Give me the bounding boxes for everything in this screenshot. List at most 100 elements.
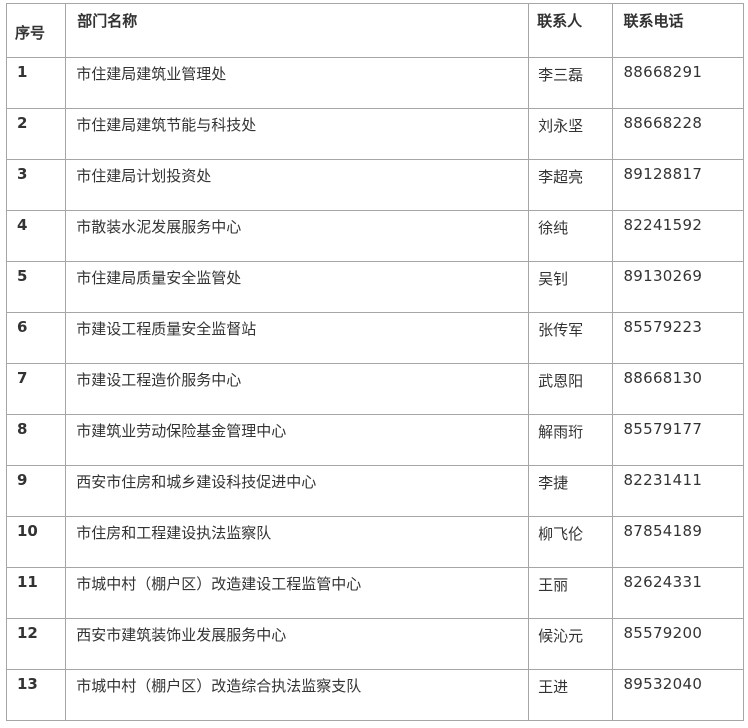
row-contact-phone-cell: 89130269 [612, 261, 744, 313]
row-contact-phone-cell: 88668291 [612, 57, 744, 109]
table-row: 5 市住建局质量安全监管处 吴钊 89130269 [5, 261, 744, 313]
row-contact-person: 李三磊 [538, 66, 584, 84]
row-contact-phone: 85579223 [623, 318, 703, 336]
row-department-name: 市建筑业劳动保险基金管理中心 [76, 422, 287, 440]
row-seq-cell: 1 [5, 57, 67, 109]
row-contact-phone: 82624331 [623, 573, 703, 591]
row-department-name: 市住建局建筑节能与科技处 [76, 116, 257, 134]
row-contact-phone-cell: 85579223 [612, 312, 744, 364]
row-seq-cell: 2 [5, 108, 67, 160]
row-seq: 5 [17, 267, 28, 285]
table-header-row: 序号 部门名称 联系人 联系电话 [5, 3, 744, 58]
row-department-name-cell: 市散装水泥发展服务中心 [65, 210, 530, 262]
row-department-name: 市城中村（棚户区）改造综合执法监察支队 [76, 677, 362, 695]
row-seq: 13 [17, 675, 38, 693]
row-contact-person: 徐纯 [538, 219, 569, 237]
table-row: 7 市建设工程造价服务中心 武恩阳 88668130 [5, 363, 744, 415]
row-department-name: 市建设工程造价服务中心 [76, 371, 242, 389]
row-contact-phone-cell: 89532040 [612, 669, 744, 721]
row-department-name: 市散装水泥发展服务中心 [76, 218, 242, 236]
row-contact-phone: 89128817 [623, 165, 703, 183]
row-contact-person-cell: 张传军 [528, 312, 614, 364]
row-seq-cell: 10 [5, 516, 67, 568]
row-contact-phone-cell: 85579200 [612, 618, 744, 670]
row-contact-person-cell: 李超亮 [528, 159, 614, 211]
row-seq: 11 [17, 573, 38, 591]
row-seq-cell: 8 [5, 414, 67, 466]
row-seq: 6 [17, 318, 28, 336]
row-department-name: 市住房和工程建设执法监察队 [76, 524, 272, 542]
row-contact-person-cell: 李捷 [528, 465, 614, 517]
row-seq: 2 [17, 114, 28, 132]
table-row: 13 市城中村（棚户区）改造综合执法监察支队 王进 89532040 [5, 669, 744, 721]
row-seq-cell: 9 [5, 465, 67, 517]
table-row: 12 西安市建筑装饰业发展服务中心 候沁元 85579200 [5, 618, 744, 670]
row-contact-person-cell: 解雨珩 [528, 414, 614, 466]
row-contact-person-cell: 武恩阳 [528, 363, 614, 415]
row-contact-person: 解雨珩 [538, 423, 584, 441]
row-department-name: 西安市住房和城乡建设科技促进中心 [76, 473, 317, 491]
row-department-name: 市住建局建筑业管理处 [76, 65, 227, 83]
row-contact-phone: 85579200 [623, 624, 703, 642]
row-contact-person-cell: 王丽 [528, 567, 614, 619]
row-contact-phone: 89532040 [623, 675, 703, 693]
row-department-name: 市城中村（棚户区）改造建设工程监管中心 [76, 575, 362, 593]
table-row: 10 市住房和工程建设执法监察队 柳飞伦 87854189 [5, 516, 744, 568]
table-row: 8 市建筑业劳动保险基金管理中心 解雨珩 85579177 [5, 414, 744, 466]
row-contact-phone-cell: 82241592 [612, 210, 744, 262]
header-department-name: 部门名称 [65, 3, 530, 58]
row-contact-person-cell: 王进 [528, 669, 614, 721]
row-department-name-cell: 市住房和工程建设执法监察队 [65, 516, 530, 568]
row-department-name: 市建设工程质量安全监督站 [76, 320, 257, 338]
row-department-name-cell: 市建筑业劳动保险基金管理中心 [65, 414, 530, 466]
row-contact-phone: 82231411 [623, 471, 703, 489]
row-contact-person: 张传军 [538, 321, 584, 339]
row-seq: 8 [17, 420, 28, 438]
row-seq-cell: 4 [5, 210, 67, 262]
row-department-name-cell: 市建设工程质量安全监督站 [65, 312, 530, 364]
row-contact-person: 刘永坚 [538, 117, 584, 135]
table-row: 3 市住建局计划投资处 李超亮 89128817 [5, 159, 744, 211]
row-seq-cell: 13 [5, 669, 67, 721]
row-department-name-cell: 市住建局建筑业管理处 [65, 57, 530, 109]
row-department-name-cell: 市建设工程造价服务中心 [65, 363, 530, 415]
row-department-name-cell: 市住建局建筑节能与科技处 [65, 108, 530, 160]
row-contact-person: 吴钊 [538, 270, 569, 288]
row-seq: 9 [17, 471, 28, 489]
row-department-name-cell: 市住建局质量安全监管处 [65, 261, 530, 313]
row-seq-cell: 11 [5, 567, 67, 619]
row-seq: 10 [17, 522, 38, 540]
row-seq-cell: 5 [5, 261, 67, 313]
row-contact-person: 李超亮 [538, 168, 584, 186]
row-contact-person-cell: 吴钊 [528, 261, 614, 313]
row-department-name-cell: 西安市建筑装饰业发展服务中心 [65, 618, 530, 670]
row-seq: 1 [17, 63, 28, 81]
row-seq-cell: 3 [5, 159, 67, 211]
row-contact-phone: 87854189 [623, 522, 703, 540]
table-row: 2 市住建局建筑节能与科技处 刘永坚 88668228 [5, 108, 744, 160]
row-seq-cell: 6 [5, 312, 67, 364]
row-contact-phone-cell: 87854189 [612, 516, 744, 568]
row-contact-phone-cell: 88668130 [612, 363, 744, 415]
header-contact-person: 联系人 [528, 3, 614, 58]
header-seq: 序号 [5, 3, 67, 58]
contact-table: 序号 部门名称 联系人 联系电话 1 市住建局建筑业管理处 李三磊 88668291 2… [5, 3, 744, 721]
row-contact-phone-cell: 88668228 [612, 108, 744, 160]
row-contact-person-cell: 柳飞伦 [528, 516, 614, 568]
row-contact-phone: 88668130 [623, 369, 703, 387]
row-department-name-cell: 市城中村（棚户区）改造建设工程监管中心 [65, 567, 530, 619]
table-row: 4 市散装水泥发展服务中心 徐纯 82241592 [5, 210, 744, 262]
row-contact-person-cell: 刘永坚 [528, 108, 614, 160]
row-contact-person-cell: 候沁元 [528, 618, 614, 670]
row-contact-person-cell: 徐纯 [528, 210, 614, 262]
row-contact-phone: 88668228 [623, 114, 703, 132]
row-seq: 7 [17, 369, 28, 387]
row-contact-person: 李捷 [538, 474, 569, 492]
row-department-name-cell: 西安市住房和城乡建设科技促进中心 [65, 465, 530, 517]
row-contact-person-cell: 李三磊 [528, 57, 614, 109]
row-department-name: 市住建局质量安全监管处 [76, 269, 242, 287]
row-seq: 3 [17, 165, 28, 183]
row-contact-phone-cell: 82624331 [612, 567, 744, 619]
row-contact-phone: 89130269 [623, 267, 703, 285]
row-department-name-cell: 市住建局计划投资处 [65, 159, 530, 211]
